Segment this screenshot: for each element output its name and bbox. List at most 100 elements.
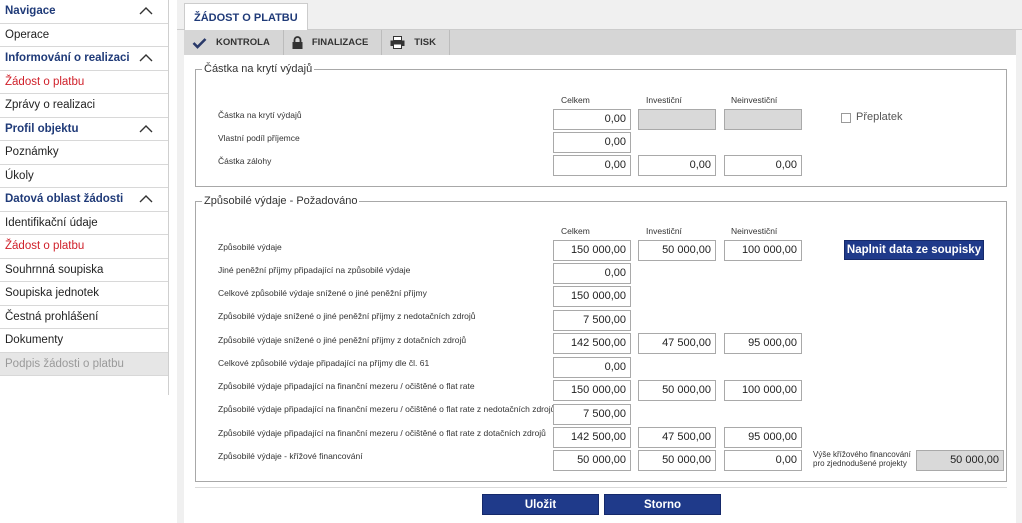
castka-zalohy-celkem-field[interactable]: 0,00 [553, 155, 631, 176]
krizove-celkem-field[interactable]: 50 000,00 [553, 450, 631, 471]
sidebar-item-label: Žádost o platbu [5, 240, 85, 253]
sidebar-item-zadost-o-platbu[interactable]: Žádost o platbu [0, 71, 169, 94]
sidebar-item-poznamky[interactable]: Poznámky [0, 141, 169, 165]
tab-label: ŽÁDOST O PLATBU [194, 11, 298, 24]
flat-rate-dotacni-celkem-field[interactable]: 142 500,00 [553, 427, 631, 448]
col-header-investicni: Investiční [646, 95, 682, 105]
krizove-investicni-field[interactable]: 50 000,00 [638, 450, 716, 471]
snizene-dotacni-investicni-field[interactable]: 47 500,00 [638, 333, 716, 354]
kontrola-button[interactable]: KONTROLA [184, 30, 284, 55]
castka-kryti-neinvesticni-field [724, 109, 802, 130]
sidebar-section-title: Profil objektu [5, 122, 79, 135]
tab-zadost-o-platbu[interactable]: ŽÁDOST O PLATBU [184, 3, 308, 31]
sidebar-item-dokumenty[interactable]: Dokumenty [0, 329, 169, 353]
sidebar-item-cestna-prohlaseni[interactable]: Čestná prohlášení [0, 306, 169, 329]
row-label: Způsobilé výdaje - křížové financování [218, 451, 363, 461]
main-panel: ŽÁDOST O PLATBU KONTROLA FINALIZACE TISK… [177, 0, 1022, 523]
col-header-celkem: Celkem [561, 95, 590, 105]
sidebar-item-soupiska-jednotek[interactable]: Soupiska jednotek [0, 282, 169, 306]
row-label: Vlastní podíl příjemce [218, 133, 300, 143]
castka-zalohy-investicni-field[interactable]: 0,00 [638, 155, 716, 176]
row-label: Jiné peněžní příjmy připadající na způso… [218, 265, 411, 275]
celkove-snizene-field[interactable]: 150 000,00 [553, 286, 631, 307]
sidebar-item-label: Poznámky [5, 146, 59, 159]
flat-rate-celkem-field[interactable]: 150 000,00 [553, 380, 631, 401]
flat-rate-dotacni-investicni-field[interactable]: 47 500,00 [638, 427, 716, 448]
row-label: Způsobilé výdaje snížené o jiné peněžní … [218, 311, 476, 321]
sidebar-item-label: Podpis žádosti o platbu [5, 357, 124, 370]
sidebar-item-label: Úkoly [5, 169, 34, 182]
castka-zalohy-neinvesticni-field[interactable]: 0,00 [724, 155, 802, 176]
sidebar-item-podpis-zadosti: Podpis žádosti o platbu [0, 352, 169, 376]
chevron-up-icon[interactable] [139, 124, 153, 134]
krizove-zjednodusene-label-2: pro zjednodušené projekty [813, 459, 907, 468]
krizove-zjednodusene-field: 50 000,00 [916, 450, 1004, 471]
preplatek-label: Přeplatek [856, 111, 903, 123]
printer-icon [390, 36, 405, 49]
sidebar-item-operace[interactable]: Operace [0, 24, 169, 47]
sidebar-item-ukoly[interactable]: Úkoly [0, 165, 169, 188]
naplnit-data-label: Naplnit data ze soupisky [846, 244, 982, 256]
zv-neinvesticni-field[interactable]: 100 000,00 [724, 240, 802, 261]
sidebar-item-zpravy-o-realizaci[interactable]: Zprávy o realizaci [0, 94, 169, 118]
sidebar-section-informovani[interactable]: Informování o realizaci [0, 47, 169, 71]
row-label: Způsobilé výdaje připadající na finanční… [218, 404, 556, 414]
snizene-nedotacni-field[interactable]: 7 500,00 [553, 310, 631, 331]
form-content: Částka na krytí výdajů Celkem Investiční… [184, 55, 1016, 523]
cancel-button[interactable]: Storno [604, 494, 721, 515]
chevron-up-icon[interactable] [139, 194, 153, 204]
sidebar-item-label: Žádost o platbu [5, 75, 85, 88]
sidebar-item-identifikacni-udaje[interactable]: Identifikační údaje [0, 212, 169, 235]
cancel-label: Storno [643, 498, 682, 511]
tab-bar: ŽÁDOST O PLATBU [177, 0, 1022, 31]
toolbar: KONTROLA FINALIZACE TISK [184, 30, 1016, 55]
row-label: Celkové způsobilé výdaje připadající na … [218, 358, 430, 368]
flat-rate-nedotacni-field[interactable]: 7 500,00 [553, 404, 631, 425]
sidebar-item-zadost-o-platbu-data[interactable]: Žádost o platbu [0, 235, 169, 259]
flat-rate-neinvesticni-field[interactable]: 100 000,00 [724, 380, 802, 401]
snizene-dotacni-neinvesticni-field[interactable]: 95 000,00 [724, 333, 802, 354]
lock-icon [292, 36, 303, 49]
sidebar-item-label: Identifikační údaje [5, 216, 98, 229]
col-header-neinvesticni: Neinvestiční [731, 95, 778, 105]
castka-kryti-investicni-field [638, 109, 716, 130]
prijmy-cl61-field[interactable]: 0,00 [553, 357, 631, 378]
preplatek-checkbox[interactable] [841, 113, 851, 123]
row-label: Způsobilé výdaje snížené o jiné peněžní … [218, 335, 467, 345]
sidebar-item-label: Souhrnná soupiska [5, 263, 104, 276]
sidebar-section-title: Informování o realizaci [5, 52, 130, 65]
krizove-neinvesticni-field[interactable]: 0,00 [724, 450, 802, 471]
sidebar-section-profil-objektu[interactable]: Profil objektu [0, 118, 169, 141]
sidebar-section-navigace[interactable]: Navigace [0, 0, 169, 24]
sidebar-item-souhrnna-soupiska[interactable]: Souhrnná soupiska [0, 259, 169, 282]
krizove-zjednodusene-label-1: Výše křížového financování [813, 450, 911, 459]
flat-rate-investicni-field[interactable]: 50 000,00 [638, 380, 716, 401]
col-header-celkem: Celkem [561, 226, 590, 236]
sidebar-item-label: Dokumenty [5, 334, 64, 347]
zv-investicni-field[interactable]: 50 000,00 [638, 240, 716, 261]
jine-prijmy-field[interactable]: 0,00 [553, 263, 631, 284]
row-label: Částka na krytí výdajů [218, 110, 302, 120]
tisk-label: TISK [414, 37, 436, 48]
snizene-dotacni-celkem-field[interactable]: 142 500,00 [553, 333, 631, 354]
checkmark-icon [192, 37, 207, 49]
naplnit-data-button[interactable]: Naplnit data ze soupisky [844, 240, 984, 260]
tisk-button[interactable]: TISK [382, 30, 450, 55]
sidebar-section-title: Datová oblast žádosti [5, 193, 124, 206]
row-label: Způsobilé výdaje [218, 242, 282, 252]
chevron-up-icon[interactable] [139, 53, 153, 63]
col-header-investicni: Investiční [646, 226, 682, 236]
row-label: Částka zálohy [218, 156, 272, 166]
sidebar-item-label: Zprávy o realizaci [5, 99, 96, 112]
zv-celkem-field[interactable]: 150 000,00 [553, 240, 631, 261]
save-label: Uložit [524, 498, 557, 511]
save-button[interactable]: Uložit [482, 494, 599, 515]
finalizace-button[interactable]: FINALIZACE [284, 30, 383, 55]
flat-rate-dotacni-neinvesticni-field[interactable]: 95 000,00 [724, 427, 802, 448]
vlastni-podil-field[interactable]: 0,00 [553, 132, 631, 153]
sidebar: Navigace Operace Informování o realizaci… [0, 0, 169, 523]
castka-kryti-celkem-field[interactable]: 0,00 [553, 109, 631, 130]
sidebar-section-datova-oblast[interactable]: Datová oblast žádosti [0, 188, 169, 212]
chevron-up-icon[interactable] [139, 6, 153, 16]
section-legend: Částka na krytí výdajů [204, 63, 313, 75]
